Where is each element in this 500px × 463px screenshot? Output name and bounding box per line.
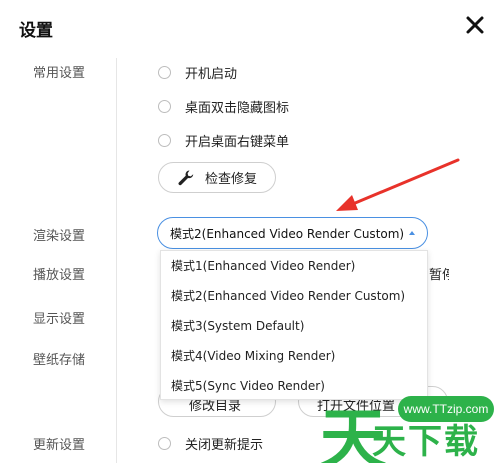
repair-button[interactable]: 检查修复 bbox=[158, 162, 276, 193]
section-label-display: 显示设置 bbox=[33, 312, 86, 327]
render-mode-dropdown: 模式1(Enhanced Video Render) 模式2(Enhanced … bbox=[160, 250, 428, 400]
playback-partial-text: 暂停 bbox=[429, 268, 449, 283]
option-autostart[interactable]: 开机启动 bbox=[158, 63, 237, 82]
render-mode-select[interactable]: 模式2(Enhanced Video Render Custom) bbox=[157, 217, 428, 249]
radio-button[interactable] bbox=[158, 100, 171, 113]
radio-button[interactable] bbox=[158, 437, 171, 450]
open-location-label: 打开文件位置 bbox=[317, 399, 396, 414]
watermark-chars: 天下载 bbox=[372, 422, 480, 462]
option-context-menu[interactable]: 开启桌面右键菜单 bbox=[158, 131, 289, 150]
section-label-wallpaper: 壁纸存储 bbox=[33, 353, 86, 368]
section-label-common: 常用设置 bbox=[33, 66, 86, 81]
change-dir-label: 修改目录 bbox=[189, 399, 242, 414]
option-label: 开启桌面右键菜单 bbox=[185, 135, 290, 150]
dialog-title: 设置 bbox=[19, 21, 53, 41]
option-disable-update-prompt[interactable]: 关闭更新提示 bbox=[158, 434, 263, 453]
dropdown-option-mode2[interactable]: 模式2(Enhanced Video Render Custom) bbox=[161, 281, 427, 311]
radio-button[interactable] bbox=[158, 134, 171, 147]
section-label-playback: 播放设置 bbox=[33, 268, 86, 283]
option-label: 关闭更新提示 bbox=[185, 438, 264, 453]
option-hide-icons[interactable]: 桌面双击隐藏图标 bbox=[158, 97, 289, 116]
repair-button-label: 检查修复 bbox=[204, 172, 257, 187]
wrench-icon bbox=[178, 170, 194, 185]
dropdown-option-mode5[interactable]: 模式5(Sync Video Render) bbox=[161, 371, 427, 401]
option-label: 桌面双击隐藏图标 bbox=[185, 101, 290, 116]
section-label-update: 更新设置 bbox=[33, 438, 86, 453]
close-icon[interactable] bbox=[465, 15, 485, 35]
radio-button[interactable] bbox=[158, 66, 171, 79]
settings-dialog: 设置 常用设置 渲染设置 播放设置 显示设置 壁纸存储 更新设置 开机启动 桌面… bbox=[0, 0, 500, 463]
dropdown-option-mode3[interactable]: 模式3(System Default) bbox=[161, 311, 427, 341]
render-mode-selected: 模式2(Enhanced Video Render Custom) bbox=[170, 226, 405, 241]
section-divider bbox=[116, 58, 117, 463]
dropdown-option-mode1[interactable]: 模式1(Enhanced Video Render) bbox=[161, 251, 427, 281]
section-label-render: 渲染设置 bbox=[33, 229, 86, 244]
caret-up-icon bbox=[409, 231, 415, 235]
option-label: 开机启动 bbox=[185, 67, 238, 82]
dropdown-option-mode4[interactable]: 模式4(Video Mixing Render) bbox=[161, 341, 427, 371]
